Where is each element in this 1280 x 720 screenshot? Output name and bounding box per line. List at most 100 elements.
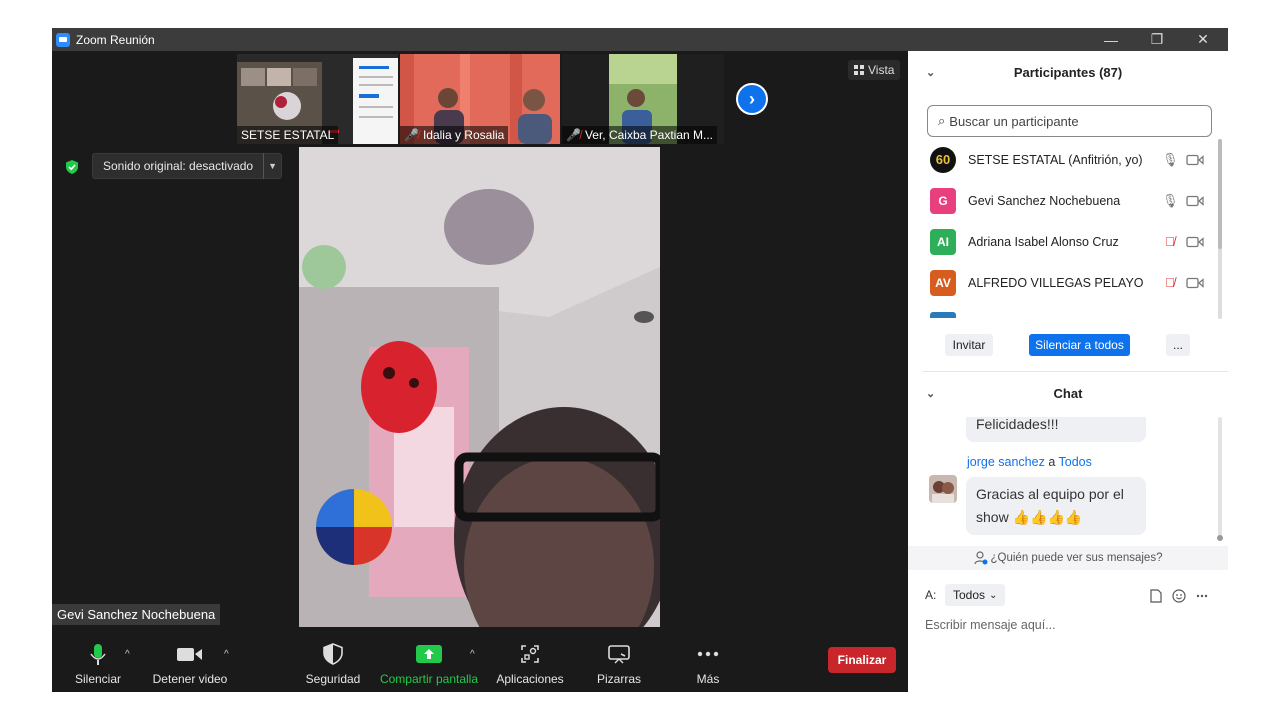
mic-muted-icon: 🎤̸ — [566, 128, 581, 142]
thumb-name: 🎤̸ Idalia y Rosalia — [400, 126, 509, 144]
apps-button[interactable]: Aplicaciones — [492, 627, 568, 692]
mute-label: Silenciar — [74, 672, 122, 686]
mute-options-chevron-icon[interactable]: ^ — [125, 649, 130, 660]
thumb-name-text: Idalia y Rosalia — [422, 128, 505, 142]
recipient-name[interactable]: Todos — [1059, 455, 1092, 469]
thumb-name-text: Ver, Caixba Paxtian M... — [584, 128, 714, 142]
video-camera-icon[interactable] — [1186, 277, 1204, 289]
microphone-icon — [90, 644, 106, 665]
message-input[interactable]: Escribir mensaje aquí... — [925, 618, 1056, 632]
chat-messages: Felicidades!!! jorge sanchez a Todos Gra… — [908, 417, 1220, 545]
more-options-button[interactable]: ... — [1166, 334, 1190, 356]
collapse-chevron-icon[interactable]: ⌄ — [926, 66, 935, 79]
minimize-button[interactable]: — — [1088, 28, 1134, 51]
participant-row[interactable]: AV ALFREDO VILLEGAS PELAYO 🎙̸ — [908, 262, 1218, 303]
more-dots-icon — [697, 651, 719, 657]
video-camera-icon[interactable] — [1186, 236, 1204, 248]
mute-button[interactable]: Silenciar — [70, 627, 126, 692]
avatar-partial — [930, 312, 956, 318]
thumb-caixba-paxtian[interactable]: 🎤̸ Ver, Caixba Paxtian M... — [562, 54, 724, 144]
avatar: 60 — [930, 146, 956, 173]
security-button[interactable]: Seguridad — [301, 627, 365, 692]
zoom-window: Zoom Reunión — ❐ ✕ SETSE ESTATAL 🎤̸ Idal… — [52, 28, 1228, 692]
thumb-idalia-rosalia[interactable]: 🎤̸ Idalia y Rosalia — [400, 54, 560, 144]
file-icon[interactable] — [1150, 589, 1162, 603]
share-screen-button[interactable]: Compartir pantalla — [379, 627, 479, 692]
chevron-down-icon: ⌄ — [989, 589, 998, 601]
video-options-chevron-icon[interactable]: ^ — [224, 649, 229, 660]
participant-row[interactable]: G Gevi Sanchez Nochebuena 🎙 — [908, 180, 1218, 221]
participant-search-input[interactable]: ⌕ Buscar un participante — [927, 105, 1212, 137]
microphone-muted-icon[interactable]: 🎙̸ — [1162, 234, 1178, 249]
view-button[interactable]: Vista — [848, 60, 901, 80]
participant-row[interactable]: AI Adriana Isabel Alonso Cruz 🎙̸ — [908, 221, 1218, 262]
video-camera-icon[interactable] — [1186, 154, 1204, 166]
stop-video-button[interactable]: Detener video — [150, 627, 230, 692]
microphone-icon[interactable]: 🎙 — [1162, 193, 1179, 209]
security-shield-icon — [66, 160, 78, 174]
participants-scrollbar[interactable] — [1218, 139, 1222, 319]
participants-header: ⌄ Participantes (87) — [908, 51, 1228, 93]
whiteboards-label: Pizarras — [596, 672, 641, 686]
participant-name: SETSE ESTATAL (Anfitrión, yo) — [968, 152, 1143, 167]
view-label: Vista — [868, 63, 895, 77]
video-thumbnail-strip: SETSE ESTATAL 🎤̸ Idalia y Rosalia 🎤̸ Ver… — [52, 51, 908, 147]
chat-compose: A: Todos ⌄ Escribir mensaje aquí... — [908, 570, 1228, 692]
sender-name[interactable]: jorge sanchez — [967, 455, 1045, 469]
mute-all-button[interactable]: Silenciar a todos — [1029, 334, 1130, 356]
original-sound-dropdown[interactable]: Sonido original: desactivado ▼ — [92, 153, 283, 179]
thumbs-up-emojis: 👍👍👍👍 — [1012, 509, 1083, 525]
message-meta: jorge sanchez a Todos — [967, 455, 1092, 469]
participant-name: Adriana Isabel Alonso Cruz — [968, 234, 1119, 249]
window-title: Zoom Reunión — [76, 32, 155, 47]
speaker-video-frame — [299, 147, 660, 627]
avatar: G — [930, 187, 956, 214]
speaker-video — [299, 147, 660, 627]
thumb-name: 🎤̸ Ver, Caixba Paxtian M... — [562, 126, 718, 144]
to-word: a — [1048, 455, 1056, 469]
chevron-down-icon[interactable]: ▼ — [263, 153, 281, 179]
chat-bubble: Gracias al equipo por el show 👍👍👍👍 — [966, 477, 1146, 535]
close-window-button[interactable]: ✕ — [1180, 28, 1226, 51]
thumb-name-text: SETSE ESTATAL — [241, 128, 335, 142]
next-page-arrow-icon[interactable]: › — [736, 83, 768, 115]
meeting-controls-toolbar: Silenciar ^ Detener video ^ Seguridad Co… — [52, 627, 908, 692]
security-shield-icon — [323, 643, 343, 665]
who-can-see-messages-link[interactable]: ¿Quién puede ver sus mensajes? — [908, 546, 1228, 570]
share-screen-icon — [416, 645, 442, 663]
security-label: Seguridad — [305, 672, 361, 686]
avatar: AV — [930, 269, 956, 296]
title-bar: Zoom Reunión — ❐ ✕ — [52, 28, 1228, 51]
side-panel: ⌄ Participantes (87) ⌕ Buscar un partici… — [908, 51, 1228, 692]
who-can-see-label: ¿Quién puede ver sus mensajes? — [990, 552, 1163, 564]
video-camera-icon[interactable] — [1186, 195, 1204, 207]
more-button[interactable]: Más — [685, 627, 731, 692]
recipient-value: Todos — [953, 588, 986, 602]
end-meeting-button[interactable]: Finalizar — [828, 647, 896, 673]
search-placeholder: Buscar un participante — [949, 113, 1079, 129]
participant-row[interactable]: 60 SETSE ESTATAL (Anfitrión, yo) 🎙 — [908, 139, 1218, 180]
share-options-chevron-icon[interactable]: ^ — [470, 649, 475, 660]
chat-title: Chat — [1053, 385, 1083, 401]
stop-video-label: Detener video — [152, 672, 228, 686]
message-text: Gracias al equipo por el — [976, 486, 1124, 502]
restore-button[interactable]: ❐ — [1134, 28, 1180, 51]
microphone-icon[interactable]: 🎙 — [1162, 152, 1179, 168]
whiteboard-icon — [608, 645, 630, 664]
active-speaker-name: Gevi Sanchez Nochebuena — [52, 604, 221, 625]
collapse-chevron-icon[interactable]: ⌄ — [926, 387, 935, 400]
invite-button[interactable]: Invitar — [945, 334, 993, 356]
more-dots-icon[interactable] — [1196, 594, 1208, 598]
participant-name: ALFREDO VILLEGAS PELAYO — [968, 275, 1144, 290]
whiteboards-button[interactable]: Pizarras — [588, 627, 650, 692]
thumb-setse-estatal[interactable]: SETSE ESTATAL — [237, 54, 398, 144]
recipient-dropdown[interactable]: Todos ⌄ — [945, 584, 1006, 606]
participants-title: Participantes (87) — [1013, 64, 1123, 80]
grid-icon — [854, 65, 864, 75]
person-eye-icon — [973, 551, 988, 565]
share-screen-label: Compartir pantalla — [379, 672, 479, 686]
active-speaker-stage: Sonido original: desactivado ▼ Gevi Sanc… — [52, 147, 908, 627]
chat-scrollbar[interactable] — [1217, 417, 1223, 541]
microphone-muted-icon[interactable]: 🎙̸ — [1162, 275, 1178, 290]
emoji-icon[interactable] — [1172, 589, 1186, 603]
